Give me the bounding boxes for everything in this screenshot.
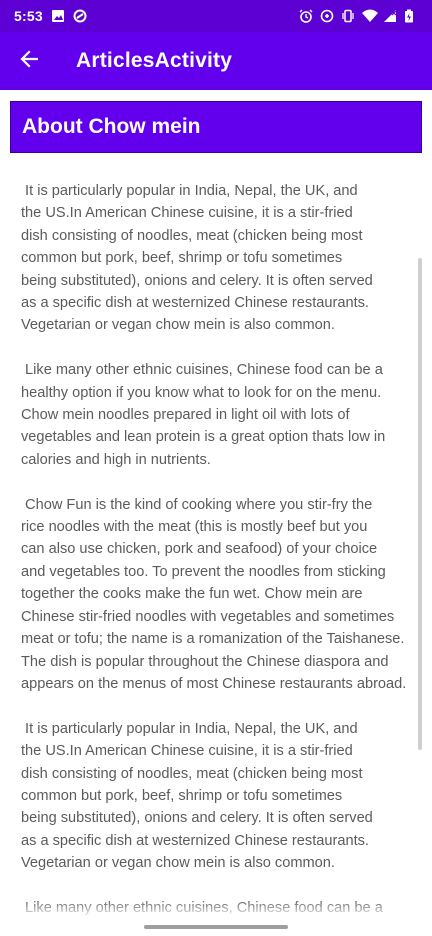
alarm-icon <box>299 9 313 23</box>
status-time: 5:53 <box>14 8 43 24</box>
article-line: together the cooks make the fun wet. Cho… <box>21 586 363 603</box>
article-line: dish consisting of noodles, meat (chicke… <box>21 227 363 244</box>
article-line: common but pork, beef, shrimp or tofu so… <box>21 787 343 804</box>
app-bar: ArticlesActivity <box>0 32 432 90</box>
scrollbar[interactable] <box>418 258 422 750</box>
article-line: Vegetarian or vegan chow mein is also co… <box>21 855 335 872</box>
article-line: being substituted), onions and celery. I… <box>21 272 373 289</box>
article-paragraph: It is particularly popular in India, Nep… <box>21 718 413 875</box>
article-line: as a specific dish at westernized Chines… <box>21 832 369 849</box>
article-line: the US.In American Chinese cuisine, it i… <box>21 743 353 760</box>
article-line: Like many other ethnic cuisines, Chinese… <box>21 362 383 379</box>
article-line: Chow Fun is the kind of cooking where yo… <box>21 496 373 513</box>
article-line: meat or tofu; the name is a romanization… <box>21 631 405 648</box>
app-title: ArticlesActivity <box>76 49 233 72</box>
image-icon <box>51 9 65 23</box>
article-line: being substituted), onions and celery. I… <box>21 810 373 827</box>
vibrate-icon <box>341 9 355 23</box>
signal-icon <box>383 9 397 23</box>
arrow-back-icon <box>20 49 39 73</box>
article-line: calories and high in nutrients. <box>21 451 211 468</box>
article-line: can also use chicken, pork and seafood) … <box>21 541 378 558</box>
data-saver-icon <box>73 9 87 23</box>
article-line: healthy option if you know what to look … <box>21 384 382 401</box>
article-heading: About Chow mein <box>10 101 422 153</box>
article-line: the US.In American Chinese cuisine, it i… <box>21 205 353 222</box>
data-icon <box>320 9 334 23</box>
article-scroll-view[interactable]: About Chow mein It is particularly popul… <box>0 90 432 918</box>
article-line: vegetables and lean protein is a great o… <box>21 429 386 446</box>
battery-charging-icon <box>404 9 418 23</box>
wifi-icon <box>362 9 378 23</box>
article-line: as a specific dish at westernized Chines… <box>21 295 369 312</box>
article-line: The dish is popular throughout the Chine… <box>21 653 389 670</box>
article-line: It is particularly popular in India, Nep… <box>21 720 358 737</box>
article-paragraph: It is particularly popular in India, Nep… <box>21 180 413 337</box>
article-line: Vegetarian or vegan chow mein is also co… <box>21 317 335 334</box>
article-line: It is particularly popular in India, Nep… <box>21 183 358 199</box>
article-line: common but pork, beef, shrimp or tofu so… <box>21 250 343 267</box>
home-indicator[interactable] <box>144 925 288 929</box>
article-line: dish consisting of noodles, meat (chicke… <box>21 765 363 782</box>
article-paragraph: Like many other ethnic cuisines, Chinese… <box>21 359 413 471</box>
back-button[interactable] <box>0 32 58 90</box>
article-paragraph: Chow Fun is the kind of cooking where yo… <box>21 494 413 696</box>
article-line: rice noodles with the meat (this is most… <box>21 519 368 536</box>
article-line: and vegetables too. To prevent the noodl… <box>21 563 386 580</box>
article-line: Chinese stir-fried noodles with vegetabl… <box>21 608 395 625</box>
article-body: It is particularly popular in India, Nep… <box>21 180 413 918</box>
article-line: Chow mein noodles prepared in light oil … <box>21 407 350 424</box>
status-bar: 5:53 <box>0 0 432 32</box>
article-line: appears on the menus of most Chinese res… <box>21 675 407 692</box>
scroll-fade <box>0 900 432 918</box>
